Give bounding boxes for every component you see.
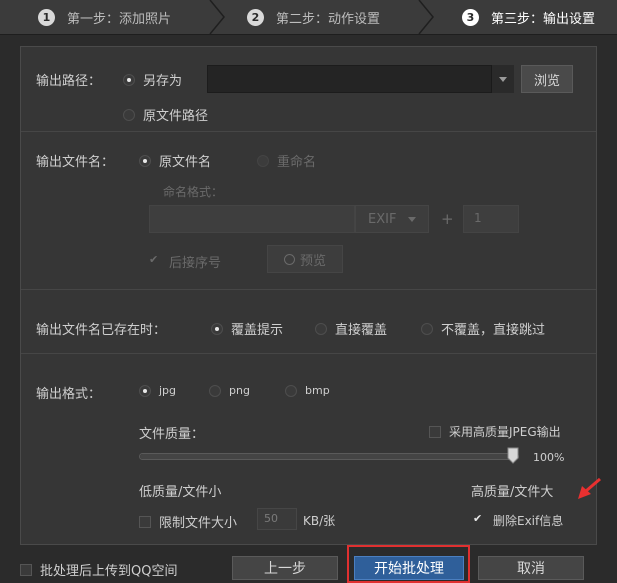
quality-slider-track[interactable] bbox=[139, 453, 519, 460]
sequence-value: 1 bbox=[474, 211, 482, 225]
radio-format-bmp[interactable]: bmp bbox=[285, 384, 330, 397]
radio-original-path[interactable]: 原文件路径 bbox=[123, 105, 208, 124]
file-exists-label: 输出文件名已存在时： bbox=[36, 323, 167, 338]
step-3[interactable]: 3 第三步：输出设置 bbox=[462, 0, 595, 34]
radio-dot bbox=[209, 384, 221, 397]
exif-dropdown-button[interactable]: EXIF bbox=[355, 205, 429, 233]
checkbox-box bbox=[473, 512, 485, 527]
exif-label: EXIF bbox=[368, 211, 397, 227]
direct-overwrite-label: 直接覆盖 bbox=[335, 323, 388, 338]
radio-direct-overwrite[interactable]: 直接覆盖 bbox=[315, 319, 387, 338]
sequence-start-input[interactable]: 1 bbox=[463, 205, 519, 233]
radio-skip[interactable]: 不覆盖，直接跳过 bbox=[421, 319, 545, 338]
step-1-number: 1 bbox=[38, 8, 55, 26]
radio-overwrite-prompt[interactable]: 覆盖提示 bbox=[211, 319, 283, 338]
step-3-number: 3 bbox=[462, 8, 479, 26]
high-quality-label: 高质量/文件大 bbox=[471, 485, 554, 500]
limit-size-unit: KB/张 bbox=[303, 514, 336, 528]
caret-down-icon bbox=[408, 216, 417, 222]
sort-by-label: 后接序号 bbox=[169, 256, 222, 271]
output-format-label: 输出格式： bbox=[36, 387, 102, 402]
checkbox-limit-size[interactable]: 限制文件大小 bbox=[139, 512, 237, 531]
output-filename-label: 输出文件名： bbox=[36, 155, 115, 170]
chevron-right-icon bbox=[417, 0, 435, 34]
original-name-label: 原文件名 bbox=[159, 155, 212, 170]
divider bbox=[21, 289, 596, 290]
radio-dot bbox=[123, 73, 135, 86]
radio-dot bbox=[139, 384, 151, 397]
checkbox-hq-jpeg[interactable]: 采用高质量JPEG输出 bbox=[429, 423, 561, 440]
limit-size-input[interactable]: 50 bbox=[257, 508, 297, 530]
step-2-label: 第二步：动作设置 bbox=[276, 11, 381, 27]
radio-dot bbox=[285, 384, 297, 397]
overwrite-prompt-label: 覆盖提示 bbox=[231, 323, 284, 338]
highlight-box bbox=[347, 545, 470, 583]
output-path-input[interactable] bbox=[207, 65, 513, 93]
radio-format-png[interactable]: png bbox=[209, 384, 250, 397]
checkbox-sort-by[interactable]: 后接序号 bbox=[149, 252, 222, 272]
radio-format-jpg[interactable]: jpg bbox=[139, 384, 176, 397]
limit-size-label: 限制文件大小 bbox=[159, 516, 238, 531]
step-1[interactable]: 1 第一步：添加照片 bbox=[38, 0, 171, 34]
original-path-label: 原文件路径 bbox=[143, 109, 209, 124]
preview-icon bbox=[283, 253, 295, 265]
format-jpg-label: jpg bbox=[159, 384, 177, 397]
remove-exif-label: 删除Exif信息 bbox=[493, 514, 564, 528]
step-1-label: 第一步：添加照片 bbox=[67, 11, 172, 27]
low-quality-label: 低质量/文件小 bbox=[139, 485, 222, 500]
preview-label: 预览 bbox=[299, 253, 326, 269]
output-path-label: 输出路径： bbox=[36, 74, 102, 89]
hq-jpeg-label: 采用高质量JPEG输出 bbox=[449, 425, 561, 439]
step-3-label: 第三步：输出设置 bbox=[491, 11, 596, 27]
upload-qzone-label: 批处理后上传到QQ空间 bbox=[40, 564, 178, 579]
quality-value: 100% bbox=[533, 451, 565, 464]
plus-symbol: + bbox=[441, 210, 454, 228]
radio-original-name[interactable]: 原文件名 bbox=[139, 151, 211, 170]
output-settings-panel: 输出路径： 另存为 浏览 原文件路径 输出文件名： 原文件名 重命名 命名格式： bbox=[20, 46, 597, 545]
format-png-label: png bbox=[229, 384, 250, 397]
annotation-arrow-icon bbox=[576, 477, 602, 505]
checkbox-upload-qzone[interactable]: 批处理后上传到QQ空间 bbox=[20, 560, 177, 579]
naming-format-input[interactable] bbox=[149, 205, 355, 233]
divider bbox=[21, 131, 596, 132]
quality-slider-fill bbox=[140, 454, 518, 459]
checkbox-box bbox=[20, 563, 32, 576]
output-path-dropdown[interactable] bbox=[491, 65, 514, 93]
previous-step-button[interactable]: 上一步 bbox=[232, 556, 338, 580]
checkbox-box bbox=[139, 515, 151, 528]
checkbox-remove-exif[interactable]: 删除Exif信息 bbox=[473, 512, 563, 529]
file-quality-label: 文件质量： bbox=[139, 427, 205, 442]
quality-slider-thumb[interactable] bbox=[507, 447, 519, 464]
step-2[interactable]: 2 第二步：动作设置 bbox=[247, 0, 380, 34]
radio-dot bbox=[421, 322, 433, 335]
radio-dot bbox=[123, 108, 135, 121]
cancel-button[interactable]: 取消 bbox=[478, 556, 584, 580]
skip-label: 不覆盖，直接跳过 bbox=[441, 323, 546, 338]
chevron-right-icon bbox=[208, 0, 226, 34]
radio-dot bbox=[315, 322, 327, 335]
browse-button[interactable]: 浏览 bbox=[521, 65, 573, 93]
naming-format-label: 命名格式： bbox=[163, 185, 224, 199]
step-2-number: 2 bbox=[247, 8, 264, 26]
preview-button[interactable]: 预览 bbox=[267, 245, 343, 273]
checkbox-box bbox=[149, 253, 161, 268]
rename-label: 重命名 bbox=[277, 155, 317, 170]
steps-bar: 1 第一步：添加照片 2 第二步：动作设置 3 第三步：输出设置 bbox=[0, 0, 617, 35]
radio-dot bbox=[257, 154, 269, 167]
radio-rename[interactable]: 重命名 bbox=[257, 151, 316, 170]
save-as-label: 另存为 bbox=[143, 74, 183, 89]
format-bmp-label: bmp bbox=[305, 384, 330, 397]
radio-dot bbox=[211, 322, 223, 335]
divider bbox=[21, 353, 596, 354]
radio-dot bbox=[139, 154, 151, 167]
caret-down-icon bbox=[499, 76, 507, 82]
limit-size-value: 50 bbox=[264, 512, 278, 525]
checkbox-box bbox=[429, 425, 441, 438]
radio-save-as[interactable]: 另存为 bbox=[123, 70, 182, 89]
